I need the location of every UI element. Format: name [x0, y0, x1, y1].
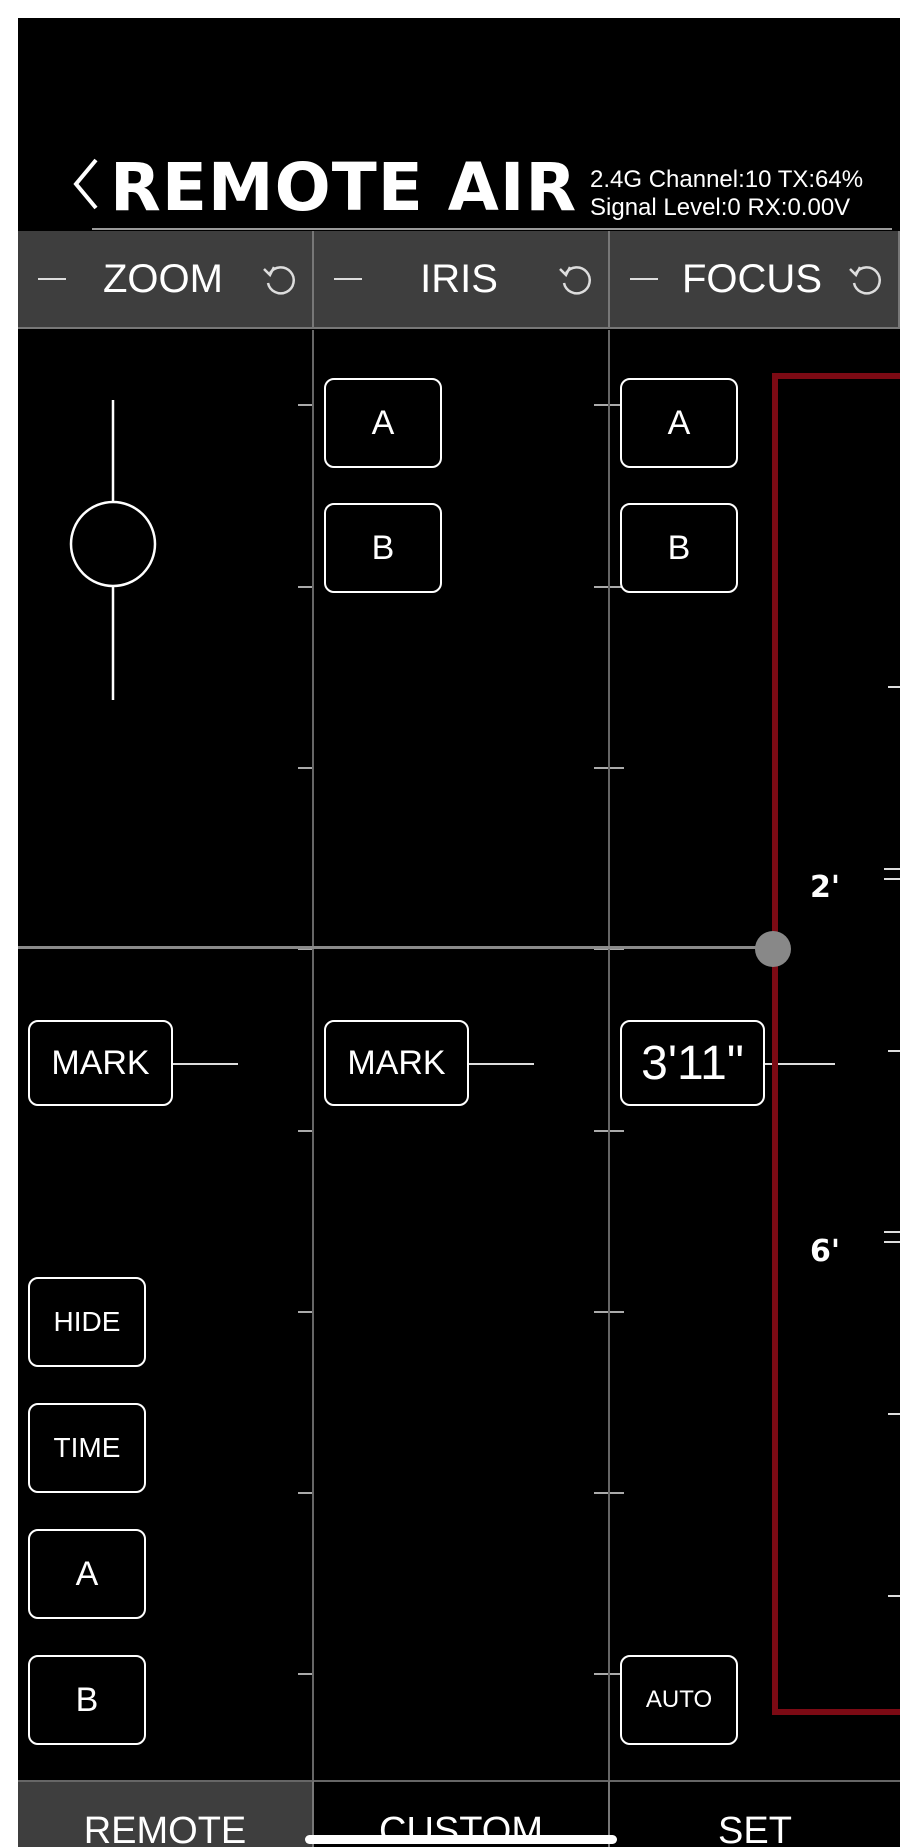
iris-column[interactable]: A B MARK [314, 330, 610, 1780]
scale-tick [884, 1231, 900, 1233]
zoom-tick [298, 404, 312, 406]
zoom-label: ZOOM [103, 256, 223, 301]
status-line-channel: 2.4G Channel:10 TX:64% [590, 166, 864, 193]
scale-tick [888, 1413, 900, 1415]
iris-tick [594, 1130, 608, 1132]
iris-tick [594, 1492, 608, 1494]
scale-label-2ft: 2' [810, 870, 841, 905]
focus-header: FOCUS [610, 231, 900, 329]
tab-set[interactable]: SET [610, 1780, 900, 1847]
iris-tick [594, 586, 608, 588]
iris-tick [594, 1673, 608, 1675]
focus-a-button[interactable]: A [620, 378, 738, 468]
focus-minus-icon[interactable] [630, 278, 658, 280]
iris-minus-icon[interactable] [334, 278, 362, 280]
iris-a-button[interactable]: A [324, 378, 442, 468]
zoom-a-button[interactable]: A [28, 1529, 146, 1619]
iris-header: IRIS [314, 231, 610, 329]
focus-tick [610, 1492, 624, 1494]
zoom-mark-button[interactable]: MARK [28, 1020, 173, 1106]
scale-tick [888, 1050, 900, 1052]
zoom-tick [298, 1130, 312, 1132]
app-screen: REMOTE AIR 2.4G Channel:10 TX:64% Signal… [18, 18, 900, 1847]
iris-tick [594, 767, 608, 769]
scale-tick [888, 1595, 900, 1597]
zoom-header: ZOOM [18, 231, 314, 329]
scale-tick [884, 878, 900, 880]
zoom-reset-icon[interactable] [260, 259, 300, 299]
iris-mark-button[interactable]: MARK [324, 1020, 469, 1106]
zoom-tick [298, 586, 312, 588]
tab-remote[interactable]: REMOTE [18, 1780, 314, 1847]
scale-tick [888, 686, 900, 688]
focus-tick [610, 1130, 624, 1132]
focus-value-display[interactable]: 3'11" [620, 1020, 765, 1106]
scale-tick [884, 1241, 900, 1243]
iris-label: IRIS [420, 256, 498, 301]
focus-tick [610, 767, 624, 769]
zoom-tick [298, 1673, 312, 1675]
status-line-signal: Signal Level:0 RX:0.00V [590, 194, 851, 221]
focus-label: FOCUS [682, 256, 822, 301]
scale-label-6ft: 6' [810, 1234, 841, 1269]
iris-tick [594, 1311, 608, 1313]
auto-button[interactable]: AUTO [620, 1655, 738, 1745]
iris-tick [594, 404, 608, 406]
iris-reset-icon[interactable] [556, 259, 596, 299]
focus-reset-icon[interactable] [846, 259, 886, 299]
scale-tick [884, 868, 900, 870]
focus-position-knob[interactable] [755, 931, 791, 967]
focus-position-track [18, 946, 778, 949]
zoom-tick [298, 1311, 312, 1313]
zoom-column[interactable]: MARK HIDE TIME A B [18, 330, 314, 1780]
app-title: REMOTE AIR [110, 149, 578, 226]
focus-b-button[interactable]: B [620, 503, 738, 593]
iris-b-button[interactable]: B [324, 503, 442, 593]
zoom-minus-icon[interactable] [38, 278, 66, 280]
zoom-b-button[interactable]: B [28, 1655, 146, 1745]
focus-tick [610, 1311, 624, 1313]
zoom-tick [298, 767, 312, 769]
focus-scale-frame [772, 373, 900, 1715]
iris-mark-indicator [469, 1063, 534, 1065]
hide-button[interactable]: HIDE [28, 1277, 146, 1367]
header-divider [92, 228, 892, 230]
connection-status: 2.4G Channel:10 TX:64% Signal Level:0 RX… [590, 166, 863, 222]
zoom-tick [298, 1492, 312, 1494]
home-indicator[interactable] [305, 1835, 617, 1844]
time-button[interactable]: TIME [28, 1403, 146, 1493]
zoom-rocker-icon[interactable] [63, 400, 163, 700]
back-chevron-icon[interactable] [66, 148, 106, 218]
zoom-mark-indicator [173, 1063, 238, 1065]
